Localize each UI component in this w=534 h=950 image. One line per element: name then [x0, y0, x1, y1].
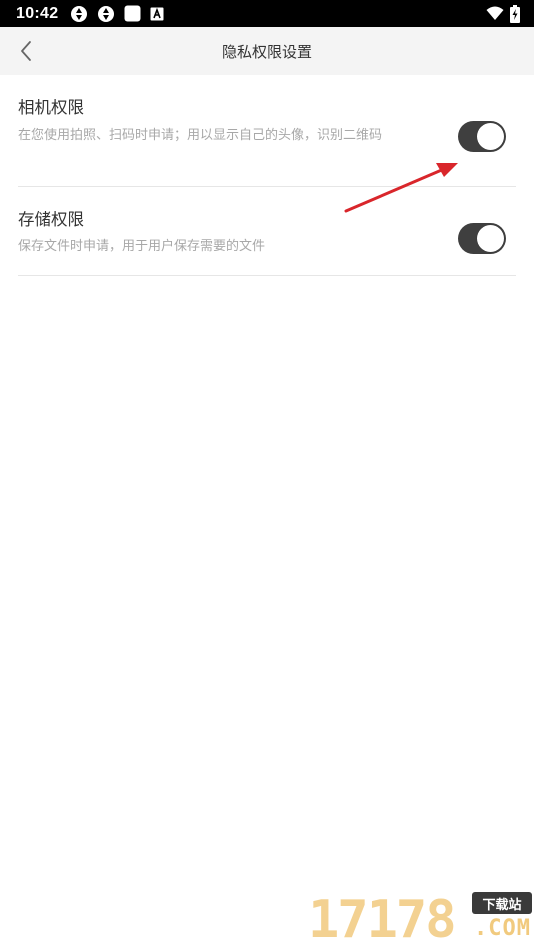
toggle-knob — [477, 225, 504, 252]
permission-list: 相机权限 在您使用拍照、扫码时申请；用以显示自己的头像，识别二维码 存储权限 保… — [18, 75, 516, 276]
wifi-icon — [486, 6, 504, 21]
chevron-left-icon — [21, 41, 31, 61]
storage-permission-toggle[interactable] — [458, 223, 506, 254]
status-icons-left — [70, 5, 164, 23]
permission-item-storage: 存储权限 保存文件时申请，用于用户保存需要的文件 — [18, 187, 516, 276]
watermark-badge: 下载站 — [472, 892, 532, 914]
status-icons-right — [486, 4, 520, 23]
sync-icon — [70, 5, 88, 23]
back-button[interactable] — [8, 33, 44, 69]
permission-description: 保存文件时申请，用于用户保存需要的文件 — [18, 239, 266, 254]
status-time: 10:42 — [16, 4, 59, 22]
battery-charging-icon — [510, 4, 520, 23]
permission-description: 在您使用拍照、扫码时申请；用以显示自己的头像，识别二维码 — [18, 128, 383, 143]
permission-item-camera: 相机权限 在您使用拍照、扫码时申请；用以显示自己的头像，识别二维码 — [18, 75, 516, 187]
notification-square-icon — [124, 5, 141, 22]
sync-icon — [97, 5, 115, 23]
watermark-suffix: .COM — [474, 916, 531, 941]
watermark-logo: 17178 下载站 .COM — [308, 888, 534, 950]
toggle-knob — [477, 123, 504, 150]
keyboard-a-icon — [150, 7, 164, 21]
permission-title: 相机权限 — [18, 98, 84, 117]
status-bar: 10:42 — [0, 0, 534, 27]
nav-bar: 隐私权限设置 — [0, 27, 534, 75]
watermark-digits: 17178 — [308, 890, 457, 950]
page-title: 隐私权限设置 — [221, 42, 312, 61]
permission-title: 存储权限 — [18, 210, 84, 229]
camera-permission-toggle[interactable] — [458, 121, 506, 152]
